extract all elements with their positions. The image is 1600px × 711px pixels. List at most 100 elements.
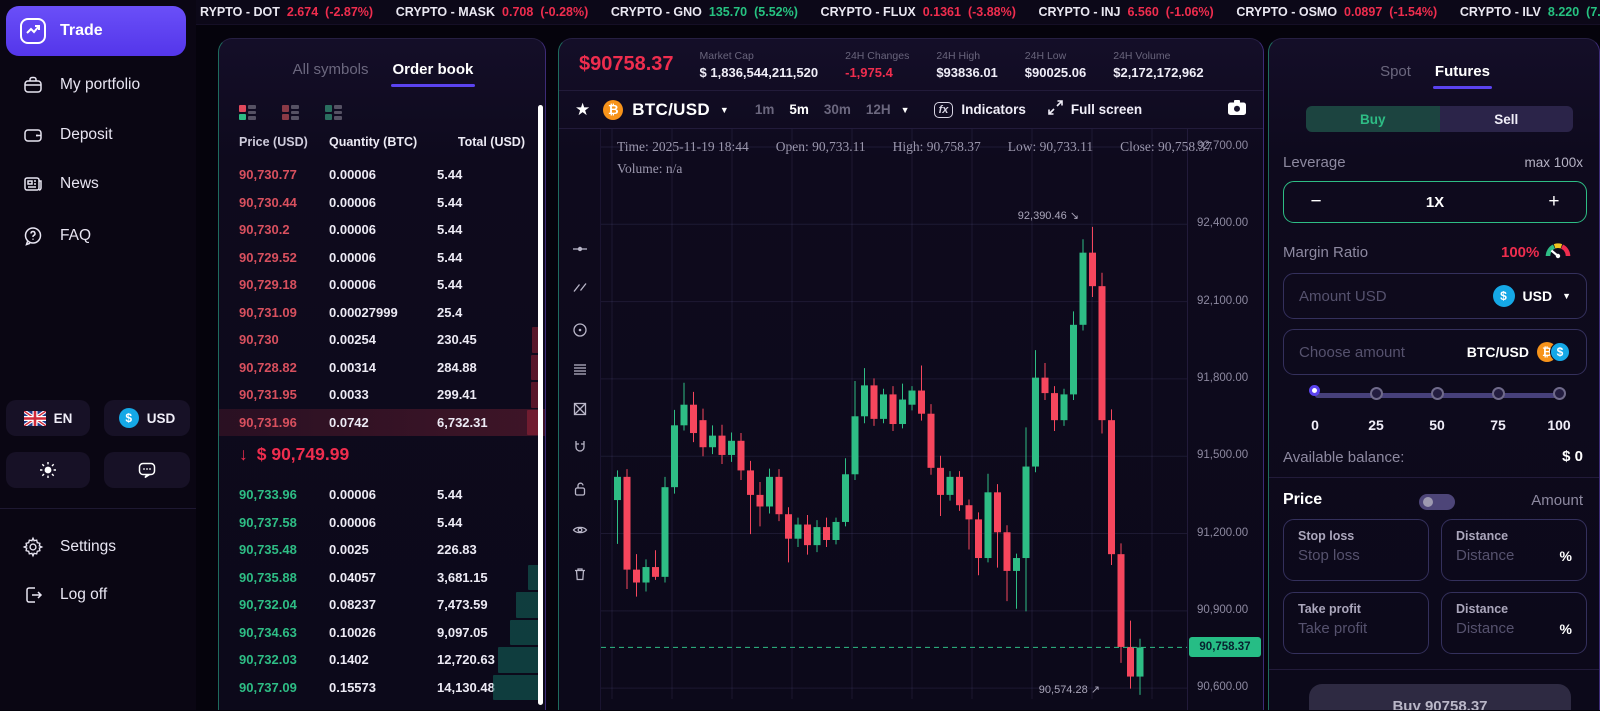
slider-label: 75 [1490,417,1506,433]
ticker-item[interactable]: RYPTO - DOT2.674(-2.87%) [200,5,373,19]
view-bids-only-icon[interactable] [325,105,342,120]
gauge-icon [1545,240,1571,267]
sidebar-item-label: Trade [60,22,103,40]
orderbook-row[interactable]: 90,729.520.000065.44 [219,244,545,272]
buy-tab[interactable]: Buy [1306,106,1440,132]
ohlc-info-line: Time: 2025-11-19 18:44Open: 90,733.11Hig… [617,139,1239,155]
current-price-tag: 90,758.37 [1189,637,1261,657]
price-axis-tick: 91,500.00 [1197,449,1248,461]
amount-mode-label: Amount [1531,492,1583,509]
language-button[interactable]: EN [6,400,90,436]
amount-input[interactable] [1299,288,1485,305]
slider-stop[interactable] [1492,387,1505,400]
orderbook-row[interactable]: 90,734.630.100269,097.05 [219,619,545,647]
arrow-down-icon: ↓ [239,444,248,465]
orderbook-row[interactable]: 90,730.440.000065.44 [219,189,545,217]
choose-amount-field: BTC/USD ₿$ [1283,329,1587,375]
tab-spot[interactable]: Spot [1380,63,1411,80]
ticker-item[interactable]: CRYPTO - MASK0.708(-0.28%) [396,5,589,19]
leverage-max-label: max 100x [1524,155,1583,170]
buy-sell-segment: Buy Sell [1306,106,1573,132]
slider-label: 50 [1429,417,1445,433]
sidebar-item-trade[interactable]: Trade [6,6,186,56]
orderbook-row[interactable]: 90,731.090.0002799925.4 [219,299,545,327]
orderbook-row[interactable]: 90,728.820.00314284.88 [219,354,545,382]
sidebar-item-deposit[interactable]: Deposit [0,112,196,158]
sidebar-item-settings[interactable]: Settings [0,524,196,570]
tab-futures[interactable]: Futures [1435,63,1490,80]
sidebar-item-news[interactable]: News [0,161,196,207]
slider-label: 0 [1311,417,1319,433]
take-profit-input[interactable] [1298,620,1414,637]
volume-info-line: Volume: n/a [617,161,682,177]
newspaper-icon [22,173,44,195]
arrow-se-icon: ↘ [1070,210,1079,222]
low-price-annotation: 90,574.28 ↗ [1014,683,1100,696]
currency-button[interactable]: $ USD [104,400,190,436]
submit-buy-button[interactable]: Buy 90758.37 [1309,684,1571,710]
sidebar-item-portfolio[interactable]: My portfolio [0,62,196,108]
price-axis-tick: 92,400.00 [1197,217,1248,229]
currency-chevron-icon[interactable]: ▼ [1562,291,1571,301]
sun-icon [39,461,57,479]
chart-panel: $90758.37 Market Cap$ 1,836,544,211,520 … [558,38,1264,710]
slider-stop[interactable] [1553,387,1566,400]
stop-loss-field: Stop loss [1283,519,1429,581]
slider-stop[interactable] [1431,387,1444,400]
stop-loss-distance-field: Distance % [1441,519,1587,581]
logout-icon [22,584,44,606]
ticker-item[interactable]: CRYPTO - INJ6.560(-1.06%) [1039,5,1214,19]
take-profit-distance-field: Distance % [1441,592,1587,654]
orderbook-row[interactable]: 90,731.950.0033299.41 [219,381,545,409]
slider-stop[interactable] [1370,387,1383,400]
orderbook-row[interactable]: 90,730.20.000065.44 [219,216,545,244]
crypto-ticker-bar: RYPTO - DOT2.674(-2.87%) CRYPTO - MASK0.7… [196,0,1600,25]
tab-order-book[interactable]: Order book [393,61,474,78]
amount-slider-thumb[interactable] [1309,385,1320,396]
orderbook-row[interactable]: 90,732.040.082377,473.59 [219,591,545,619]
view-asks-only-icon[interactable] [282,105,299,120]
orderbook-row[interactable]: 90,731.960.07426,732.31 [219,409,545,437]
orderbook-scrollbar[interactable] [538,105,543,705]
price-amount-toggle[interactable] [1419,494,1455,510]
ticker-item[interactable]: CRYPTO - GNO135.70(5.52%) [611,5,798,19]
leverage-value: 1X [1426,194,1444,211]
choose-amount-input[interactable] [1299,344,1459,361]
leverage-minus-button[interactable]: − [1306,191,1326,213]
high-price-annotation: 92,390.46 ↘ [999,209,1079,222]
amount-currency[interactable]: USD [1523,288,1553,304]
orderbook-row[interactable]: 90,737.580.000065.44 [219,509,545,537]
orderbook-row[interactable]: 90,735.480.0025226.83 [219,536,545,564]
sell-tab[interactable]: Sell [1440,106,1574,132]
wallet-icon [22,124,44,146]
view-both-sides-icon[interactable] [239,105,256,120]
orderbook-row[interactable]: 90,7300.00254230.45 [219,326,545,354]
leverage-plus-button[interactable]: + [1544,191,1564,213]
leverage-label: Leverage [1283,154,1346,171]
bids-list: 90,733.960.000065.4490,737.580.000065.44… [219,481,545,701]
usd-coin-icon: $ [1493,285,1515,307]
ticker-item[interactable]: CRYPTO - FLUX0.1361(-3.88%) [821,5,1016,19]
margin-ratio-label: Margin Ratio [1283,244,1368,261]
sidebar-item-faq[interactable]: FAQ [0,213,196,259]
orderbook-row[interactable]: 90,735.880.040573,681.15 [219,564,545,592]
mid-price: ↓ $ 90,749.99 [239,437,349,471]
orderbook-row[interactable]: 90,729.180.000065.44 [219,271,545,299]
orderbook-row[interactable]: 90,733.960.000065.44 [219,481,545,509]
ticker-item[interactable]: CRYPTO - ILV8.220(7.17%) [1460,5,1600,19]
trade-panel: Spot Futures Buy Sell Leverage max 100x … [1268,38,1600,710]
sidebar-item-logoff[interactable]: Log off [0,572,196,618]
orderbook-row[interactable]: 90,730.770.000065.44 [219,161,545,189]
take-profit-distance-input[interactable] [1456,620,1560,637]
stop-loss-input[interactable] [1298,547,1414,564]
price-axis-tick: 92,700.00 [1197,140,1248,152]
orderbook-row[interactable]: 90,737.090.1557314,130.48 [219,674,545,702]
theme-toggle-button[interactable] [6,452,90,488]
tab-all-symbols[interactable]: All symbols [293,61,369,78]
ticker-item[interactable]: CRYPTO - OSMO0.0897(-1.54%) [1236,5,1437,19]
stop-loss-distance-input[interactable] [1456,547,1560,564]
orderbook-row[interactable]: 90,732.030.140212,720.63 [219,646,545,674]
balance-label: Available balance: [1283,449,1404,466]
support-chat-button[interactable] [104,452,190,488]
take-profit-field: Take profit [1283,592,1429,654]
